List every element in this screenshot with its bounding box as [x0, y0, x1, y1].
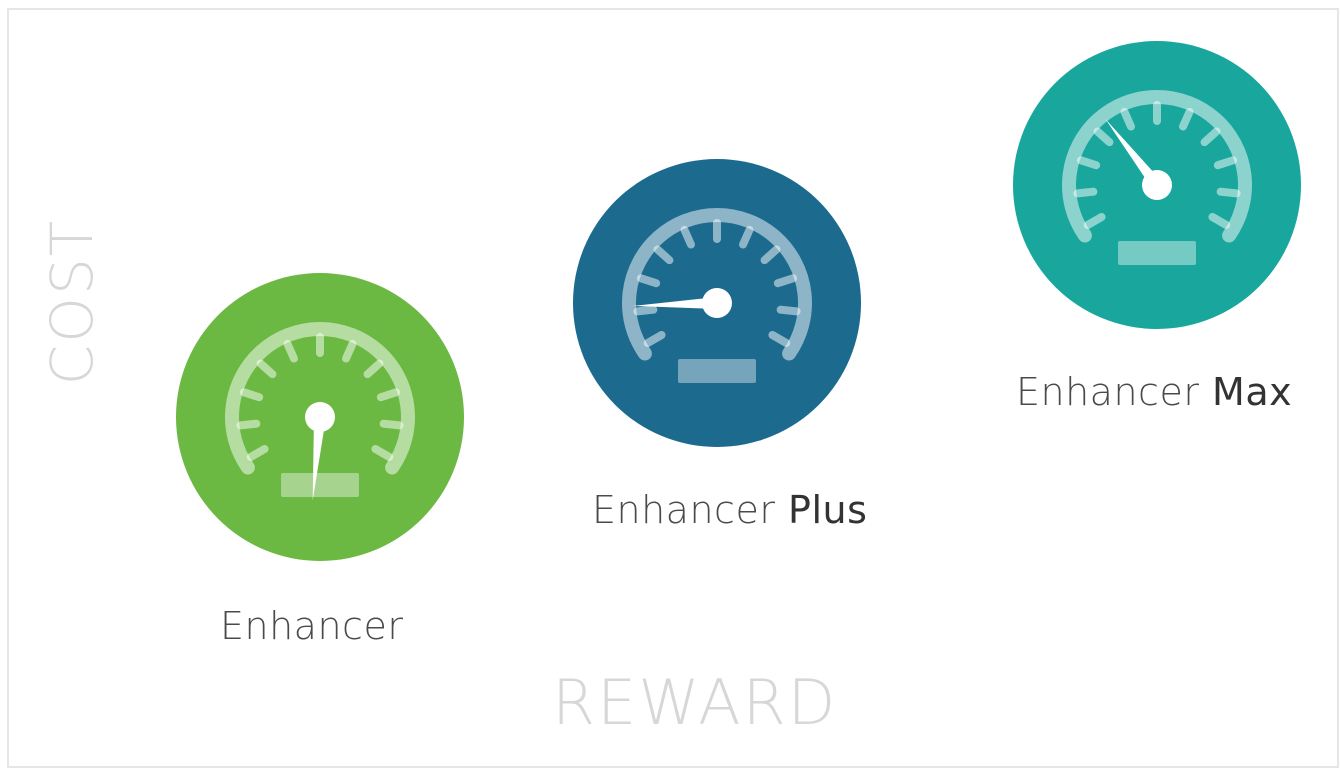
gauge-tick [379, 419, 404, 430]
speedometer-mid-icon [573, 159, 861, 447]
gauge-tick [633, 305, 658, 316]
gauge-readout [281, 473, 359, 497]
enhancer-max-label: Enhancer Max [1016, 370, 1292, 414]
gauge-hub [1142, 170, 1172, 200]
gauge-hub [702, 288, 732, 318]
enhancer-plus-gauge [572, 158, 862, 448]
enhancer-max-gauge [1012, 40, 1302, 330]
gauge-readout [678, 359, 756, 383]
enhancer-max-label-emph: Max [1212, 370, 1293, 414]
gauge-tick [773, 274, 798, 288]
enhancer-plus-label-emph: Plus [788, 488, 868, 532]
gauge-tick [1076, 156, 1101, 170]
gauge-tick [776, 305, 801, 316]
enhancer-plus-label: Enhancer Plus [592, 488, 867, 532]
gauge-tick [1073, 187, 1098, 198]
gauge-tick [376, 388, 401, 402]
gauge-hub [305, 402, 335, 432]
reward-axis-label: REWARD [552, 666, 838, 739]
gauge-tick [636, 274, 661, 288]
gauge-tick [1213, 156, 1238, 170]
enhancer-max-label-base: Enhancer [1016, 370, 1200, 414]
enhancer-label: Enhancer [220, 604, 403, 648]
cost-axis-label: COST [38, 218, 106, 386]
enhancer-gauge [175, 272, 465, 562]
gauge-tick [1216, 187, 1241, 198]
gauge-tick [236, 419, 261, 430]
speedometer-high-icon [1013, 41, 1301, 329]
enhancer-plus-label-base: Enhancer [592, 488, 776, 532]
gauge-readout [1118, 241, 1196, 265]
speedometer-low-icon [176, 273, 464, 561]
enhancer-label-base: Enhancer [220, 604, 404, 648]
gauge-tick [239, 388, 264, 402]
